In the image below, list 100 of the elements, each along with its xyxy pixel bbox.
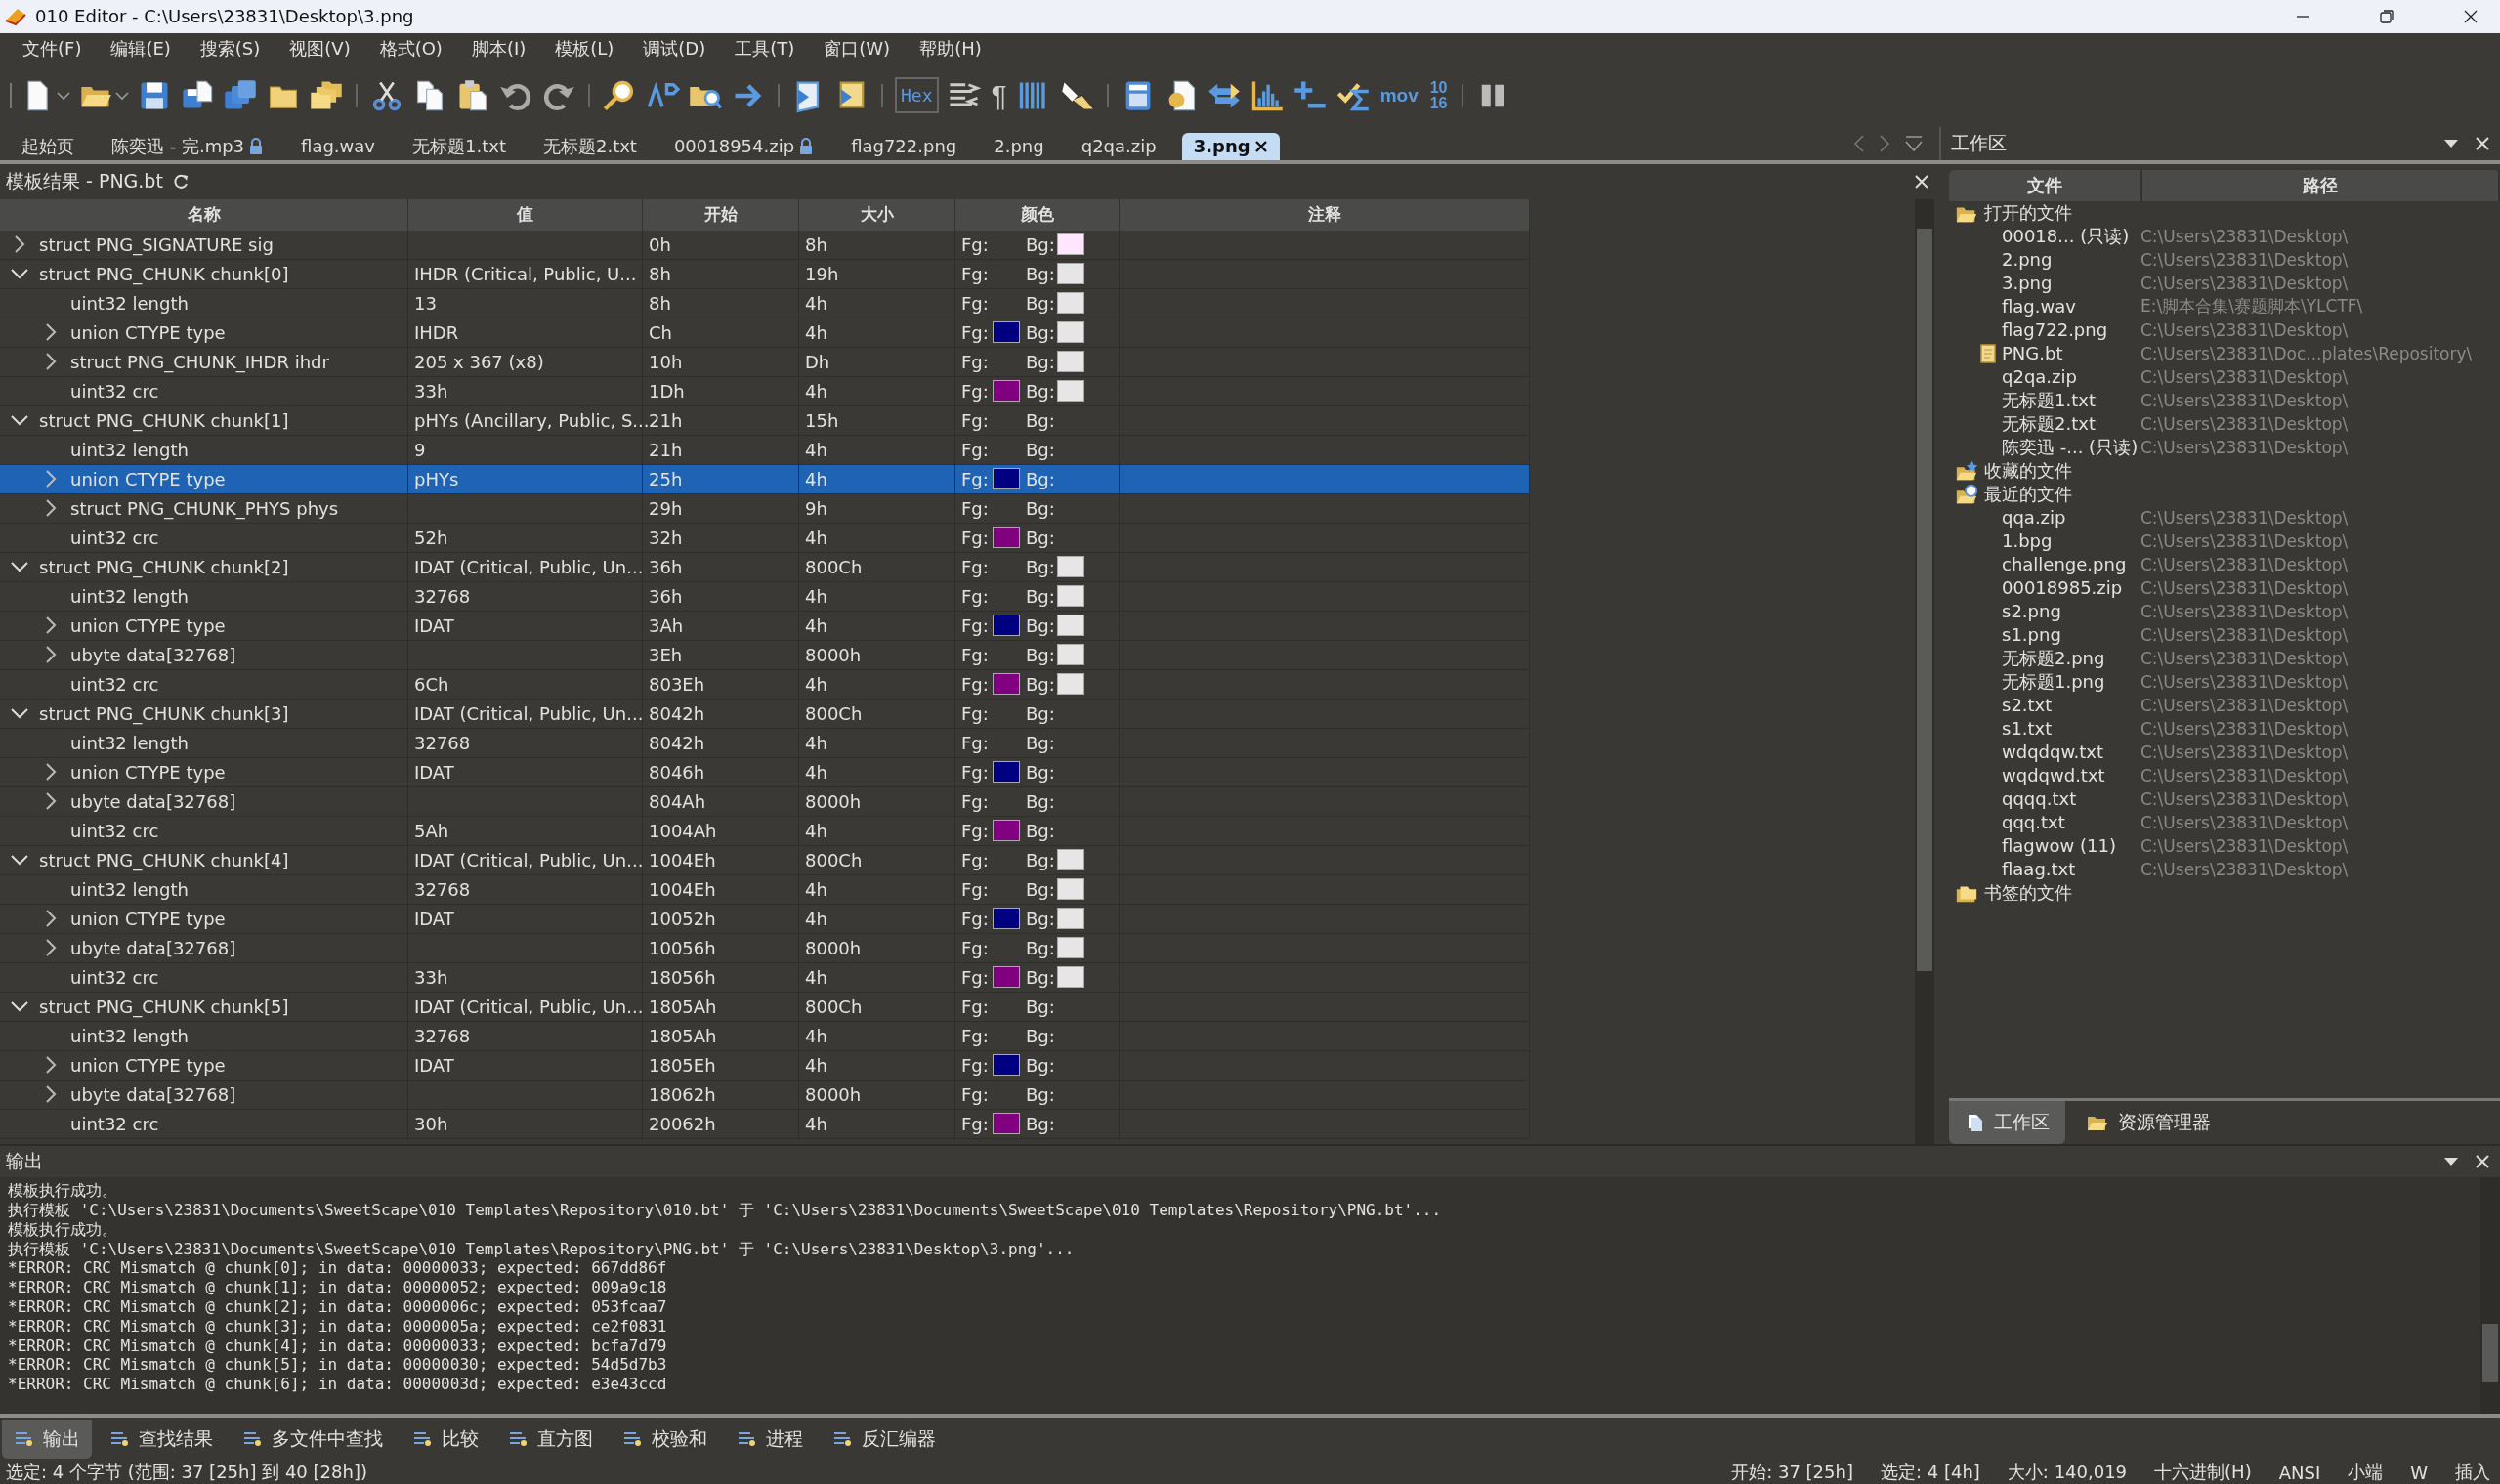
table-row[interactable]: union CTYPE type pHYs 25h 4h Fg: Bg: — [0, 464, 1530, 494]
table-row[interactable]: ubyte data[32768] 3Eh 8000h Fg: Bg: — [0, 640, 1530, 670]
table-row[interactable]: uint32 crc 6Ch 803Eh 4h Fg: Bg: — [0, 669, 1530, 700]
table-row[interactable]: uint32 length 9 21h 4h Fg: Bg: — [0, 435, 1530, 465]
output-tab[interactable]: 进程 — [725, 1420, 815, 1460]
menu-item[interactable]: 帮助(H) — [905, 36, 996, 61]
chevron-right-icon[interactable] — [44, 469, 58, 489]
caret-icon[interactable] — [57, 90, 70, 101]
menu-item[interactable]: 格式(O) — [364, 36, 457, 61]
output-tab[interactable]: 查找结果 — [98, 1420, 225, 1460]
dropdown-icon[interactable] — [2443, 138, 2459, 148]
group-label[interactable]: 最近的文件 — [1984, 482, 2072, 506]
scrollbar[interactable] — [2480, 1177, 2500, 1415]
column-header[interactable]: 颜色 — [955, 198, 1120, 231]
chevron-right-icon[interactable] — [44, 909, 58, 929]
menu-item[interactable]: 模板(L) — [540, 36, 629, 61]
file-tab[interactable]: 陈奕迅 - 完.mp3 — [100, 132, 276, 160]
file-row[interactable]: 无标题2.png C:\Users\23831\Desktop\ — [1949, 646, 2500, 670]
file-row[interactable]: challenge.png C:\Users\23831\Desktop\ — [1949, 552, 2500, 576]
table-row[interactable]: struct PNG_CHUNK_IHDR ihdr 205 x 367 (x8) 10h Dh Fg: Bg: — [0, 347, 1530, 377]
file-row[interactable]: flag.wav E:\脚本合集\赛题脚本\YLCTF\ — [1949, 294, 2500, 318]
table-row[interactable]: struct PNG_CHUNK chunk[3] IDAT (Critical, Public, Un... 8042h 800Ch Fg: Bg: — [0, 699, 1530, 729]
file-tab[interactable]: 3.png — [1181, 132, 1280, 160]
file-row[interactable]: 3.png C:\Users\23831\Desktop\ — [1949, 271, 2500, 295]
file-row[interactable]: s2.txt C:\Users\23831\Desktop\ — [1949, 693, 2500, 717]
chevron-down-icon[interactable] — [10, 853, 29, 868]
column-header[interactable]: 大小 — [799, 198, 955, 231]
table-row[interactable]: union CTYPE type IDAT 8046h 4h Fg: Bg: — [0, 757, 1530, 787]
chevron-right-icon[interactable] — [1879, 133, 1890, 153]
table-row[interactable]: uint32 length 32768 1805Ah 4h Fg: Bg: — [0, 1021, 1530, 1051]
file-tab[interactable]: q2qa.zip — [1069, 132, 1168, 160]
table-row[interactable]: uint32 length 32768 36h 4h Fg: Bg: — [0, 581, 1530, 612]
file-row[interactable]: flagwow (11) C:\Users\23831\Desktop\ — [1949, 833, 2500, 858]
table-row[interactable]: uint32 length 32768 1004Eh 4h Fg: Bg: — [0, 874, 1530, 905]
table-row[interactable]: struct PNG_CHUNK chunk[4] IDAT (Critical, Public, Un... 1004Eh 800Ch Fg: Bg: — [0, 845, 1530, 875]
file-row[interactable]: qqq.txt C:\Users\23831\Desktop\ — [1949, 810, 2500, 834]
column-header[interactable]: 文件 — [1949, 169, 2142, 201]
file-row[interactable]: 2.png C:\Users\23831\Desktop\ — [1949, 247, 2500, 272]
table-row[interactable]: uint32 crc 5Ah 1004Ah 4h Fg: Bg: — [0, 816, 1530, 846]
table-row[interactable]: struct PNG_CHUNK chunk[0] IHDR (Critical, Public, U... 8h 19h Fg: Bg: — [0, 259, 1530, 289]
chevron-right-icon[interactable] — [44, 322, 58, 343]
table-row[interactable]: union CTYPE type IHDR Ch 4h Fg: Bg: — [0, 318, 1530, 348]
table-row[interactable]: uint32 crc 52h 32h 4h Fg: Bg: — [0, 523, 1530, 553]
chevron-right-icon[interactable] — [44, 498, 58, 519]
panel-tab[interactable]: 资源管理器 — [2071, 1101, 2226, 1145]
output-tab[interactable]: 反汇编器 — [821, 1420, 948, 1460]
file-tab[interactable]: 2.png — [982, 132, 1056, 160]
file-row[interactable]: s1.png C:\Users\23831\Desktop\ — [1949, 622, 2500, 647]
chevron-right-icon[interactable] — [44, 615, 58, 636]
menu-item[interactable]: 调试(D) — [628, 36, 721, 61]
tab-list-icon[interactable] — [1904, 133, 1924, 153]
menu-item[interactable]: 搜索(S) — [185, 36, 275, 61]
output-tab[interactable]: 直方图 — [496, 1420, 605, 1460]
group-label[interactable]: 收藏的文件 — [1984, 458, 2072, 483]
table-row[interactable]: union CTYPE type IDAT 10052h 4h Fg: Bg: — [0, 904, 1530, 934]
chevron-right-icon[interactable] — [13, 234, 26, 255]
file-tab[interactable]: flag.wav — [289, 132, 387, 160]
chevron-down-icon[interactable] — [10, 413, 29, 428]
table-row[interactable]: struct PNG_CHUNK chunk[1] pHYs (Ancillary, Public, S...21h 15h Fg: Bg: — [0, 405, 1530, 436]
chevron-down-icon[interactable] — [10, 560, 29, 574]
chevron-left-icon[interactable] — [1853, 133, 1865, 153]
output-tab[interactable]: 输出 — [2, 1420, 92, 1460]
restore-icon[interactable] — [2379, 9, 2394, 24]
file-row[interactable]: q2qa.zip C:\Users\23831\Desktop\ — [1949, 364, 2500, 389]
table-row[interactable]: uint32 crc 30h 20062h 4h Fg: Bg: — [0, 1109, 1530, 1139]
table-row[interactable]: uint32 length 32768 8042h 4h Fg: Bg: — [0, 728, 1530, 758]
panel-tab[interactable]: 工作区 — [1949, 1101, 2065, 1145]
chevron-right-icon[interactable] — [44, 645, 58, 665]
file-row[interactable]: flag722.png C:\Users\23831\Desktop\ — [1949, 318, 2500, 342]
column-header[interactable]: 注释 — [1120, 198, 1530, 231]
hex-toggle-button[interactable]: Hex — [895, 77, 939, 114]
table-row[interactable]: struct PNG_CHUNK chunk[5] IDAT (Critical, Public, Un... 1805Ah 800Ch Fg: Bg: — [0, 992, 1530, 1022]
file-tab[interactable]: 无标题1.txt — [401, 132, 518, 160]
chevron-down-icon[interactable] — [10, 706, 29, 721]
table-row[interactable]: uint32 crc 33h 1Dh 4h Fg: Bg: — [0, 376, 1530, 406]
column-header[interactable]: 名称 — [0, 198, 408, 231]
column-header[interactable]: 路径 — [2142, 169, 2500, 201]
table-row[interactable]: union CTYPE type IDAT 1805Eh 4h Fg: Bg: — [0, 1050, 1530, 1081]
file-row[interactable]: s1.txt C:\Users\23831\Desktop\ — [1949, 716, 2500, 741]
file-row[interactable]: wqdqwd.txt C:\Users\23831\Desktop\ — [1949, 763, 2500, 787]
table-row[interactable]: ubyte data[32768] 10056h 8000h Fg: Bg: — [0, 933, 1530, 963]
table-row[interactable]: union CTYPE type IDAT 3Ah 4h Fg: Bg: — [0, 611, 1530, 641]
column-header[interactable]: 值 — [408, 198, 643, 231]
file-row[interactable]: wdqdqw.txt C:\Users\23831\Desktop\ — [1949, 740, 2500, 764]
table-row[interactable]: ubyte data[32768] 804Ah 8000h Fg: Bg: — [0, 786, 1530, 817]
file-row[interactable]: PNG.bt C:\Users\23831\Doc...plates\Repository\ — [1949, 341, 2500, 365]
file-row[interactable]: 无标题1.txt C:\Users\23831\Desktop\ — [1949, 388, 2500, 412]
chevron-right-icon[interactable] — [44, 791, 58, 812]
close-icon[interactable] — [2463, 9, 2479, 24]
file-row[interactable]: 无标题1.png C:\Users\23831\Desktop\ — [1949, 669, 2500, 694]
menu-item[interactable]: 窗口(W) — [809, 36, 906, 61]
chevron-right-icon[interactable] — [44, 762, 58, 783]
file-row[interactable]: 无标题2.txt C:\Users\23831\Desktop\ — [1949, 411, 2500, 436]
output-tab[interactable]: 比较 — [401, 1420, 490, 1460]
chevron-right-icon[interactable] — [44, 1055, 58, 1076]
file-row[interactable]: 陈奕迅 -... (只读)C:\Users\23831\Desktop\ — [1949, 435, 2500, 459]
column-header[interactable]: 开始 — [643, 198, 799, 231]
group-label[interactable]: 书签的文件 — [1984, 880, 2072, 905]
menu-item[interactable]: 编辑(E) — [96, 36, 186, 61]
chevron-right-icon[interactable] — [44, 938, 58, 958]
